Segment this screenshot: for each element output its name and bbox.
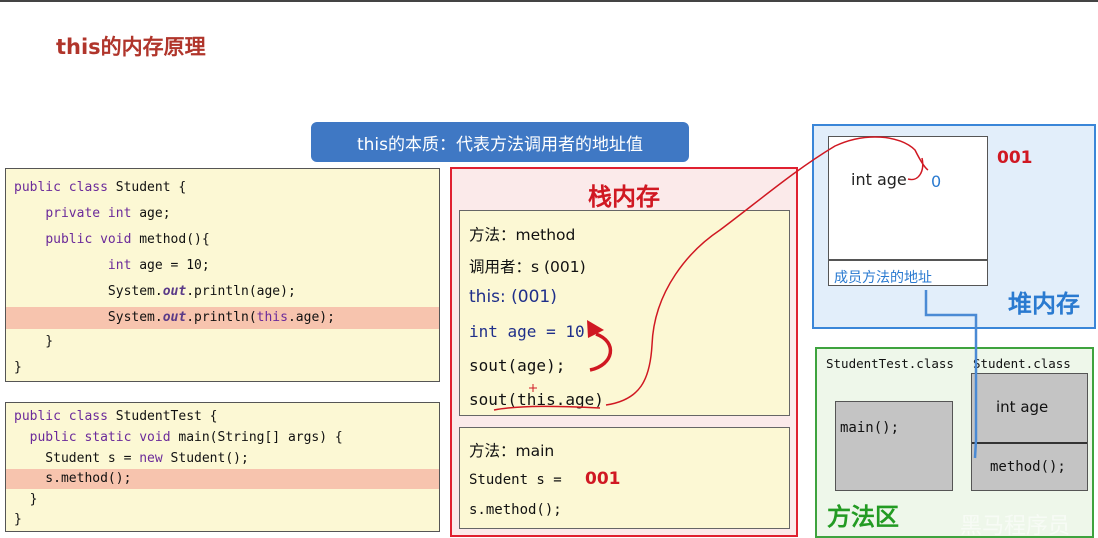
method-address-connector	[924, 290, 978, 459]
local-var-arrow	[589, 332, 613, 372]
annotation-overlay	[493, 136, 978, 459]
this-to-heap-line	[605, 136, 929, 406]
cursor-mark	[529, 384, 537, 392]
this-age-underline	[493, 405, 601, 411]
